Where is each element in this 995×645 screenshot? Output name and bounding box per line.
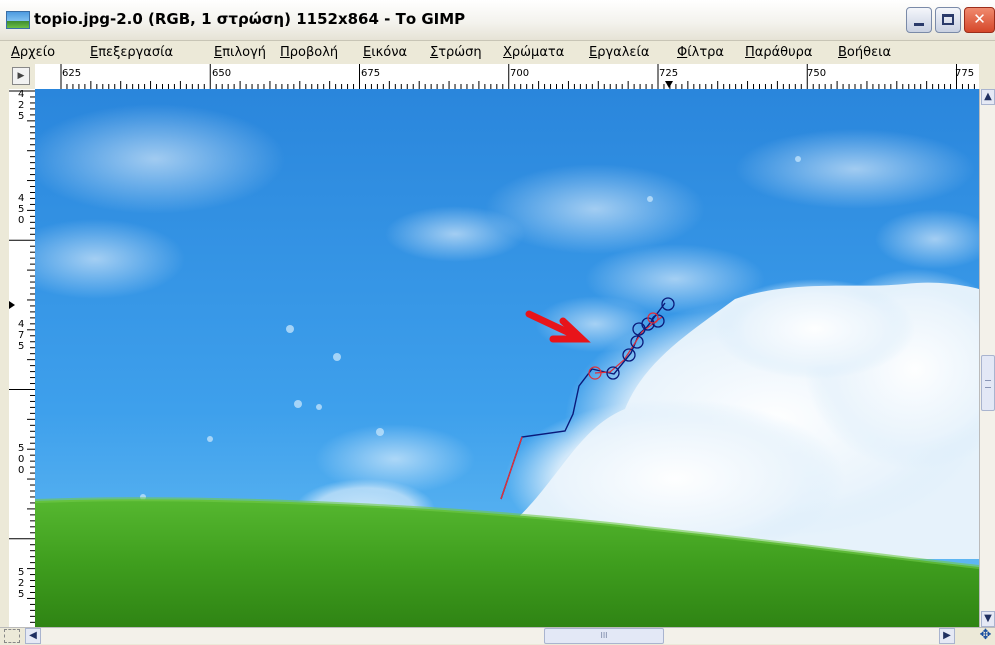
- menu-windows[interactable]: Παράθυρα: [745, 45, 812, 60]
- horizontal-scroll-thumb[interactable]: III: [544, 628, 664, 644]
- hruler-label: 725: [659, 68, 678, 79]
- title-bar: topio.jpg-2.0 (RGB, 1 στρώση) 1152x864 -…: [0, 0, 995, 41]
- scroll-right-arrow-icon[interactable]: ▶: [939, 628, 955, 644]
- grip-icon: [985, 380, 991, 388]
- landscape-image: [35, 89, 979, 627]
- minimize-icon: [914, 23, 924, 26]
- vruler-label: 450: [18, 193, 24, 226]
- menu-filters[interactable]: Φίλτρα: [677, 45, 724, 60]
- scroll-up-arrow-icon[interactable]: ▲: [981, 89, 995, 105]
- navigate-icon[interactable]: ✥: [976, 628, 995, 644]
- maximize-icon: [942, 14, 954, 25]
- menu-view[interactable]: Προβολή: [280, 45, 338, 60]
- hruler-label: 775: [955, 68, 974, 79]
- maximize-button[interactable]: [935, 7, 961, 33]
- hruler-label: 700: [510, 68, 529, 79]
- menu-image[interactable]: Εικόνα: [363, 45, 407, 60]
- menu-bar: Αρχείο Επεξεργασία Επιλογή Προβολή Εικόν…: [0, 41, 995, 63]
- close-button[interactable]: ✕: [964, 7, 995, 33]
- vruler-label: 425: [18, 89, 24, 122]
- menu-edit[interactable]: Επεξεργασία: [90, 45, 173, 60]
- image-icon: [6, 11, 30, 29]
- quick-mask-toggle[interactable]: [4, 629, 20, 643]
- menu-arrow-button[interactable]: ▶: [12, 67, 30, 85]
- hruler-label: 625: [62, 68, 81, 79]
- vruler-label: 475: [18, 319, 24, 352]
- vruler-label: 500: [18, 443, 24, 476]
- window-title: topio.jpg-2.0 (RGB, 1 στρώση) 1152x864 -…: [34, 10, 466, 28]
- horizontal-ruler-ticks: 625 650 675 700 725 750 775: [60, 64, 975, 89]
- menu-layer[interactable]: Στρώση: [430, 45, 482, 60]
- hruler-label: 675: [361, 68, 380, 79]
- minimize-button[interactable]: [906, 7, 932, 33]
- menu-tools[interactable]: Εργαλεία: [589, 45, 649, 60]
- pointer-marker-icon: [9, 301, 15, 309]
- vertical-scroll-thumb[interactable]: [981, 355, 995, 411]
- horizontal-ruler[interactable]: 625 650 675 700 725 750 775: [35, 64, 979, 90]
- vertical-ruler[interactable]: 425 450 475 500 525: [9, 89, 36, 627]
- vruler-label: 525: [18, 567, 24, 600]
- scroll-down-arrow-icon[interactable]: ▼: [981, 611, 995, 627]
- window-left-frame: [0, 64, 9, 627]
- hruler-label: 650: [212, 68, 231, 79]
- close-icon: ✕: [973, 10, 986, 28]
- menu-select[interactable]: Επιλογή: [214, 45, 266, 60]
- hruler-label: 750: [807, 68, 826, 79]
- horizontal-scrollbar[interactable]: ◀ III ▶: [25, 628, 955, 644]
- image-canvas[interactable]: [35, 89, 979, 627]
- scroll-left-arrow-icon[interactable]: ◀: [25, 628, 41, 644]
- vertical-scrollbar[interactable]: ▲ ▼: [979, 89, 995, 627]
- pointer-marker-icon: [665, 81, 673, 88]
- menu-file[interactable]: Αρχείο: [11, 45, 55, 60]
- menu-help[interactable]: Βοήθεια: [838, 45, 891, 60]
- vertical-ruler-ticks: 425 450 475 500 525: [9, 89, 35, 623]
- menu-colors[interactable]: Χρώματα: [503, 45, 564, 60]
